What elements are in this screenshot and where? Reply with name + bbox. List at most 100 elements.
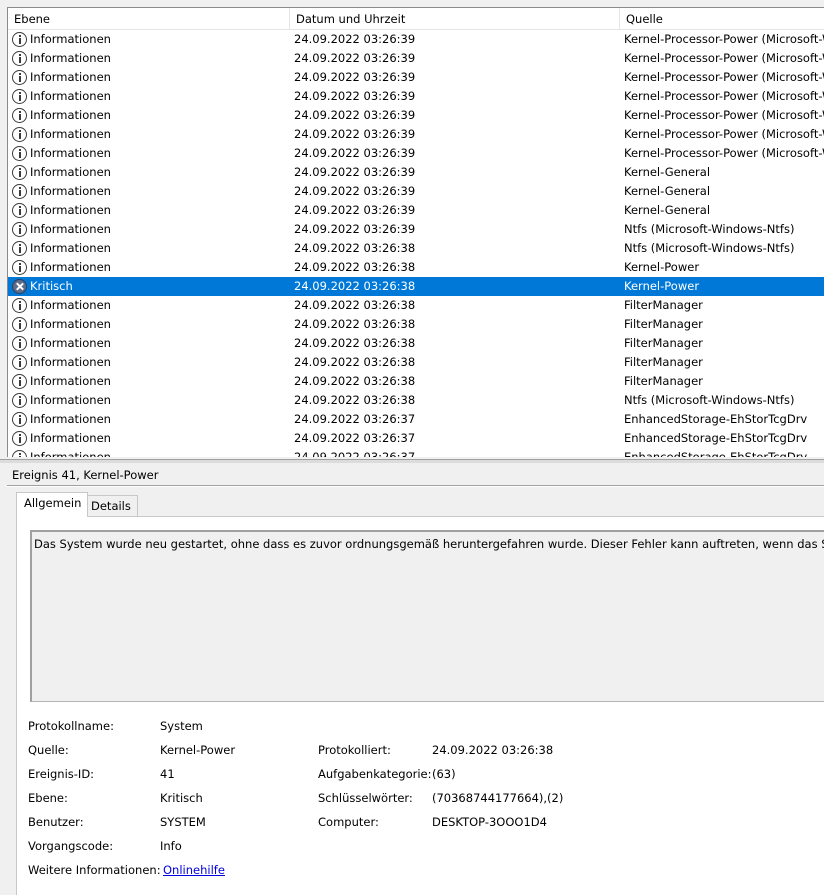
event-row[interactable]: Kritisch 24.09.2022 03:26:38 Kernel-Power bbox=[8, 277, 824, 296]
event-date: 24.09.2022 03:26:38 bbox=[294, 317, 416, 331]
event-source: Ntfs (Microsoft-Windows-Ntfs) bbox=[624, 393, 795, 407]
value-user: SYSTEM bbox=[160, 815, 206, 829]
event-rows: Informationen 24.09.2022 03:26:39 Kernel-P… bbox=[8, 30, 824, 457]
event-row[interactable]: Informationen 24.09.2022 03:26:39 Ntfs (Mi… bbox=[8, 220, 824, 239]
event-description: Das System wurde neu gestartet, ohne das… bbox=[34, 537, 824, 551]
event-source: Kernel-General bbox=[624, 203, 711, 217]
info-icon bbox=[12, 108, 27, 123]
event-row[interactable]: Informationen 24.09.2022 03:26:37 Enhanced… bbox=[8, 410, 824, 429]
info-icon bbox=[12, 374, 27, 389]
event-row[interactable]: Informationen 24.09.2022 03:26:39 Kernel-P… bbox=[8, 125, 824, 144]
event-date: 24.09.2022 03:26:37 bbox=[294, 450, 416, 457]
critical-icon bbox=[12, 279, 27, 294]
event-row[interactable]: Informationen 24.09.2022 03:26:39 Kernel-P… bbox=[8, 30, 824, 49]
event-date: 24.09.2022 03:26:39 bbox=[294, 203, 416, 217]
event-row[interactable]: Informationen 24.09.2022 03:26:38 FilterMa… bbox=[8, 372, 824, 391]
event-source: Kernel-Processor-Power (Microsoft-W bbox=[624, 108, 824, 122]
column-header-date[interactable]: Datum und Uhrzeit bbox=[290, 8, 620, 30]
value-logged: 24.09.2022 03:26:38 bbox=[432, 743, 554, 757]
event-source: Kernel-General bbox=[624, 184, 711, 198]
event-level: Informationen bbox=[30, 431, 111, 445]
info-icon bbox=[12, 184, 27, 199]
event-description-box[interactable]: Das System wurde neu gestartet, ohne das… bbox=[30, 530, 824, 702]
event-level: Informationen bbox=[30, 374, 111, 388]
event-row[interactable]: Informationen 24.09.2022 03:26:38 FilterMa… bbox=[8, 334, 824, 353]
info-icon bbox=[12, 317, 27, 332]
event-level: Informationen bbox=[30, 70, 111, 84]
event-source: FilterManager bbox=[624, 298, 703, 312]
event-source: Kernel-Processor-Power (Microsoft-W bbox=[624, 146, 824, 160]
event-row[interactable]: Informationen 24.09.2022 03:26:39 Kernel-P… bbox=[8, 49, 824, 68]
event-source: FilterManager bbox=[624, 374, 703, 388]
event-source: Ntfs (Microsoft-Windows-Ntfs) bbox=[624, 222, 795, 236]
event-date: 24.09.2022 03:26:38 bbox=[294, 393, 416, 407]
event-level: Informationen bbox=[30, 222, 111, 236]
column-header-source[interactable]: Quelle bbox=[620, 8, 824, 30]
label-level: Ebene: bbox=[28, 791, 68, 805]
info-icon bbox=[12, 412, 27, 427]
event-level: Informationen bbox=[30, 203, 111, 217]
event-row[interactable]: Informationen 24.09.2022 03:26:37 Enhanced… bbox=[8, 429, 824, 448]
event-row[interactable]: Informationen 24.09.2022 03:26:37 Enhanced… bbox=[8, 448, 824, 457]
event-date: 24.09.2022 03:26:39 bbox=[294, 222, 416, 236]
event-level: Informationen bbox=[30, 336, 111, 350]
event-date: 24.09.2022 03:26:38 bbox=[294, 336, 416, 350]
event-row[interactable]: Informationen 24.09.2022 03:26:38 Kernel-P… bbox=[8, 258, 824, 277]
event-date: 24.09.2022 03:26:38 bbox=[294, 298, 416, 312]
event-source: Kernel-Power bbox=[624, 279, 700, 293]
event-row[interactable]: Informationen 24.09.2022 03:26:39 Kernel-P… bbox=[8, 106, 824, 125]
event-row[interactable]: Informationen 24.09.2022 03:26:38 FilterMa… bbox=[8, 353, 824, 372]
event-date: 24.09.2022 03:26:39 bbox=[294, 89, 416, 103]
event-level: Kritisch bbox=[30, 279, 73, 293]
info-icon bbox=[12, 431, 27, 446]
event-level: Informationen bbox=[30, 241, 111, 255]
event-level: Informationen bbox=[30, 51, 111, 65]
event-source: FilterManager bbox=[624, 336, 703, 350]
event-row[interactable]: Informationen 24.09.2022 03:26:39 Kernel-P… bbox=[8, 68, 824, 87]
value-opcode: Info bbox=[160, 839, 182, 853]
event-date: 24.09.2022 03:26:39 bbox=[294, 146, 416, 160]
event-date: 24.09.2022 03:26:39 bbox=[294, 70, 416, 84]
event-row[interactable]: Informationen 24.09.2022 03:26:39 Kernel-G… bbox=[8, 201, 824, 220]
event-date: 24.09.2022 03:26:38 bbox=[294, 355, 416, 369]
info-icon bbox=[12, 70, 27, 85]
event-source: EnhancedStorage-EhStorTcgDrv bbox=[624, 450, 808, 457]
event-row[interactable]: Informationen 24.09.2022 03:26:39 Kernel-G… bbox=[8, 182, 824, 201]
column-header-level[interactable]: Ebene bbox=[8, 8, 290, 30]
event-row[interactable]: Informationen 24.09.2022 03:26:39 Kernel-P… bbox=[8, 87, 824, 106]
event-row[interactable]: Informationen 24.09.2022 03:26:38 FilterMa… bbox=[8, 296, 824, 315]
event-row[interactable]: Informationen 24.09.2022 03:26:38 Ntfs (Mi… bbox=[8, 391, 824, 410]
online-help-link[interactable]: Onlinehilfe bbox=[163, 861, 225, 879]
tab-details[interactable]: Details bbox=[84, 495, 138, 516]
event-row[interactable]: Informationen 24.09.2022 03:26:38 FilterMa… bbox=[8, 315, 824, 334]
event-date: 24.09.2022 03:26:39 bbox=[294, 32, 416, 46]
event-date: 24.09.2022 03:26:38 bbox=[294, 260, 416, 274]
value-task-category: (63) bbox=[432, 767, 456, 781]
info-icon bbox=[12, 355, 27, 370]
info-icon bbox=[12, 203, 27, 218]
event-level: Informationen bbox=[30, 165, 111, 179]
info-icon bbox=[12, 32, 27, 47]
label-more-info: Weitere Informationen: bbox=[28, 863, 161, 877]
label-opcode: Vorgangscode: bbox=[28, 839, 114, 853]
value-log-name: System bbox=[160, 719, 203, 733]
label-computer: Computer: bbox=[318, 815, 379, 829]
event-date: 24.09.2022 03:26:39 bbox=[294, 51, 416, 65]
event-list[interactable]: Ebene Datum und Uhrzeit Quelle Informati… bbox=[7, 7, 824, 457]
event-row[interactable]: Informationen 24.09.2022 03:26:38 Ntfs (Mi… bbox=[8, 239, 824, 258]
info-icon bbox=[12, 260, 27, 275]
event-level: Informationen bbox=[30, 127, 111, 141]
label-user: Benutzer: bbox=[28, 815, 84, 829]
info-icon bbox=[12, 127, 27, 142]
event-source: Kernel-Processor-Power (Microsoft-W bbox=[624, 32, 824, 46]
detail-divider bbox=[7, 485, 824, 487]
pane-splitter[interactable] bbox=[0, 459, 824, 463]
event-level: Informationen bbox=[30, 412, 111, 426]
tab-general[interactable]: Allgemein bbox=[16, 492, 89, 517]
event-row[interactable]: Informationen 24.09.2022 03:26:39 Kernel-G… bbox=[8, 163, 824, 182]
event-row[interactable]: Informationen 24.09.2022 03:26:39 Kernel-P… bbox=[8, 144, 824, 163]
label-task-category: Aufgabenkategorie: bbox=[318, 767, 432, 781]
event-date: 24.09.2022 03:26:39 bbox=[294, 108, 416, 122]
value-event-id: 41 bbox=[160, 767, 175, 781]
event-source: EnhancedStorage-EhStorTcgDrv bbox=[624, 431, 808, 445]
